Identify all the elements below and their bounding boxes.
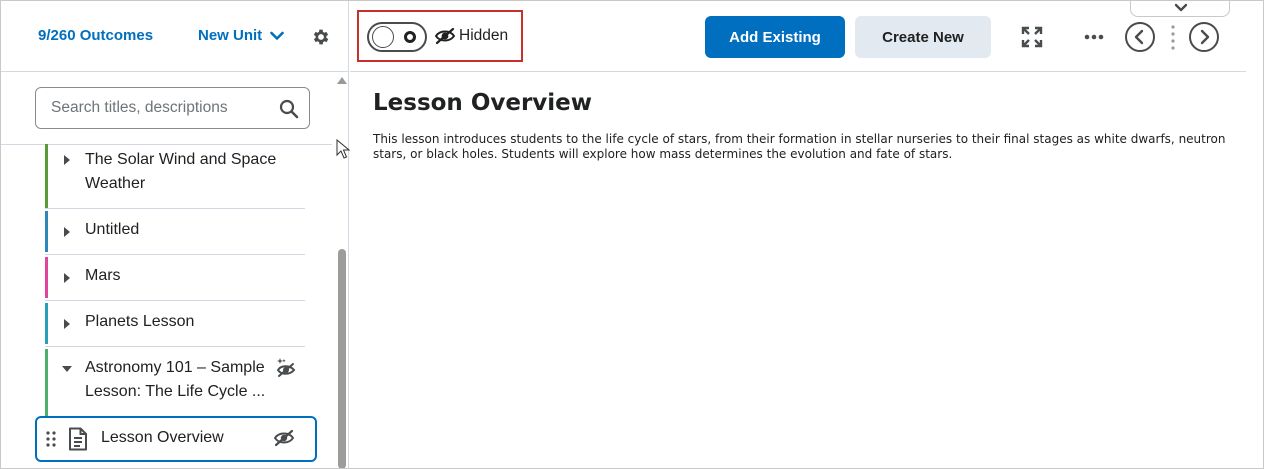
unit-color-bar xyxy=(45,303,48,344)
hidden-eye-icon xyxy=(273,429,295,447)
toggle-off-indicator xyxy=(404,31,416,43)
new-unit-button[interactable]: New Unit xyxy=(198,27,284,44)
lesson-body-text: This lesson introduces students to the l… xyxy=(373,132,1226,161)
chevron-left-icon xyxy=(1134,29,1144,45)
selected-lesson-item[interactable]: Lesson Overview xyxy=(35,416,317,462)
drag-handle-icon[interactable] xyxy=(46,431,56,447)
unit-item-astronomy-101[interactable]: Astronomy 101 – Sample Lesson: The Life C… xyxy=(45,347,305,417)
expand-arrow-icon[interactable] xyxy=(64,273,70,283)
collapse-tab[interactable] xyxy=(1130,1,1230,17)
gear-icon[interactable] xyxy=(311,27,331,47)
unit-color-bar xyxy=(45,144,48,208)
chevron-down-icon xyxy=(1174,3,1188,12)
selected-lesson-label: Lesson Overview xyxy=(101,429,224,446)
chevron-right-icon xyxy=(1200,29,1210,45)
sidebar-scrollbar[interactable] xyxy=(338,249,346,468)
search-icon[interactable] xyxy=(279,99,299,119)
outcomes-link[interactable]: 9/260 Outcomes xyxy=(38,27,153,44)
unit-label: Mars xyxy=(85,267,121,284)
sidebar: 9/260 Outcomes New Unit Search titles, d… xyxy=(1,1,349,468)
visibility-label: Hidden xyxy=(459,27,509,44)
sidebar-header: 9/260 Outcomes New Unit xyxy=(1,1,348,72)
vertical-divider-dots-icon xyxy=(1171,25,1175,50)
page-title: Lesson Overview xyxy=(373,90,593,116)
expand-arrow-icon[interactable] xyxy=(64,155,70,165)
unit-item-solar-wind[interactable]: The Solar Wind and Space Weather xyxy=(45,144,305,209)
expand-arrow-icon[interactable] xyxy=(64,319,70,329)
previous-button[interactable] xyxy=(1125,22,1155,52)
unit-color-bar xyxy=(45,349,48,417)
chevron-down-icon xyxy=(270,31,284,40)
unit-item-planets-lesson[interactable]: Planets Lesson xyxy=(45,301,305,347)
search-placeholder: Search titles, descriptions xyxy=(51,99,228,116)
visibility-toggle[interactable] xyxy=(367,22,427,52)
document-icon xyxy=(69,427,87,451)
unit-item-untitled[interactable]: Untitled xyxy=(45,209,305,255)
lesson-content: Lesson Overview This lesson introduces s… xyxy=(373,90,1233,162)
next-button[interactable] xyxy=(1189,22,1219,52)
more-options-icon[interactable] xyxy=(1084,34,1104,40)
add-existing-button[interactable]: Add Existing xyxy=(705,16,845,58)
unit-label: Planets Lesson xyxy=(85,313,195,330)
unit-label: Astronomy 101 – Sample Lesson: The Life C… xyxy=(85,359,266,400)
scroll-up-arrow[interactable] xyxy=(337,77,347,84)
toggle-knob xyxy=(372,26,394,48)
mouse-cursor-icon xyxy=(336,139,350,159)
search-input[interactable]: Search titles, descriptions xyxy=(35,87,310,129)
unit-item-mars[interactable]: Mars xyxy=(45,255,305,301)
expand-arrow-icon[interactable] xyxy=(64,227,70,237)
hidden-eye-icon xyxy=(434,27,456,45)
unit-color-bar xyxy=(45,257,48,298)
collapse-arrow-icon[interactable] xyxy=(62,366,72,372)
unit-label: The Solar Wind and Space Weather xyxy=(85,151,277,192)
unit-color-bar xyxy=(45,211,48,252)
hidden-sparkle-icon xyxy=(276,358,296,377)
new-unit-label: New Unit xyxy=(198,27,263,44)
unit-label: Untitled xyxy=(85,221,140,238)
fullscreen-icon[interactable] xyxy=(1021,26,1043,48)
create-new-button[interactable]: Create New xyxy=(855,16,991,58)
